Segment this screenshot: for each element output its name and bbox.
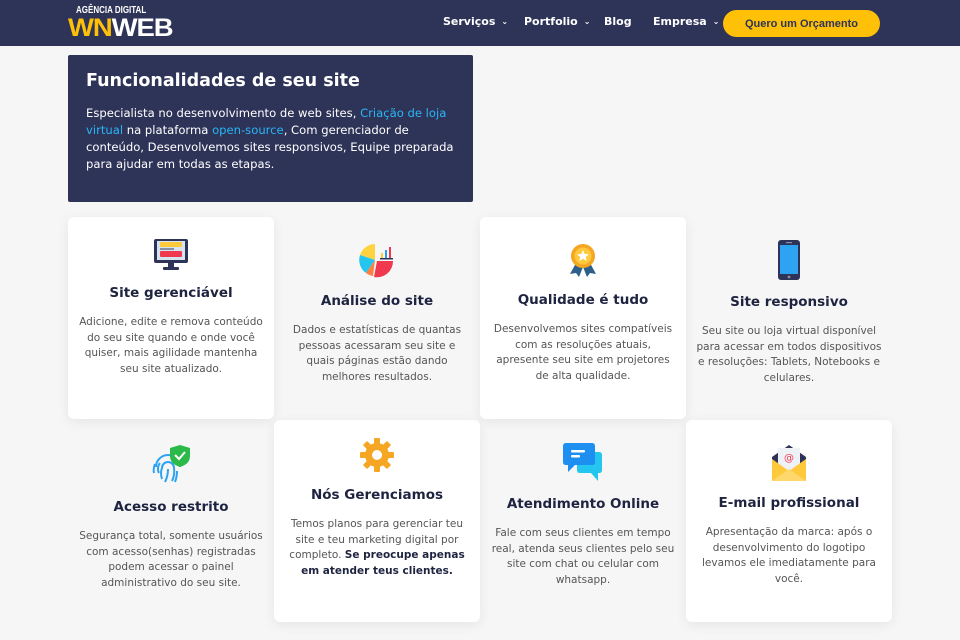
nav-empresa[interactable]: Empresa ⌄ (653, 15, 719, 28)
feature-desc: Fale com seus clientes em tempo real, at… (491, 527, 675, 586)
gear-icon (360, 438, 394, 472)
feature-desc: Desenvolvemos sites compatíveis com as r… (493, 323, 673, 382)
chat-bubbles-icon (563, 443, 602, 481)
logo-wordmark: WNWEB (68, 14, 174, 42)
feature-title: E-mail profissional (718, 495, 860, 511)
chevron-down-icon: ⌄ (712, 17, 720, 26)
award-medal-icon (570, 244, 596, 277)
svg-text:@: @ (784, 453, 794, 464)
feature-card: Qualidade é tudo Desenvolvemos sites com… (480, 217, 686, 419)
feature-card: Site gerenciável Adicione, edite e remov… (68, 217, 274, 419)
chevron-down-icon: ⌄ (583, 17, 591, 26)
feature-title: Análise do site (320, 293, 434, 309)
feature-title: Site gerenciável (109, 285, 233, 301)
link-open-source[interactable]: open-source (212, 123, 284, 137)
nav-blog[interactable]: Blog (604, 15, 632, 28)
chevron-down-icon: ⌄ (501, 17, 509, 26)
pie-chart-icon (359, 244, 394, 278)
feature-title: Site responsivo (730, 294, 848, 310)
email-envelope-icon: @ (772, 445, 806, 481)
feature-desc: Temos planos para gerenciar teu site e t… (289, 518, 465, 577)
feature-desc: Dados e estatísticas de quantas pessoas … (292, 324, 462, 383)
quote-cta-button[interactable]: Quero um Orçamento (723, 10, 880, 37)
feature-title: Qualidade é tudo (517, 292, 649, 308)
feature-title: Acesso restrito (113, 499, 229, 515)
feature-card: @ E-mail profissional Apresentação da ma… (686, 420, 892, 622)
feature-title: Nós Gerenciamos (310, 487, 444, 503)
feature-desc: Adicione, edite e remova conteúdo do seu… (79, 316, 263, 375)
feature-card: Análise do site Dados e estatísticas de … (274, 217, 480, 419)
feature-card: Site responsivo Seu site ou loja virtual… (686, 217, 892, 419)
nav-servicos[interactable]: Serviços ⌄ (443, 15, 508, 28)
feature-card: Nós Gerenciamos Temos planos para gerenc… (274, 420, 480, 622)
feature-card: Acesso restrito Segurança total, somente… (68, 420, 274, 622)
feature-card: Atendimento Online Fale com seus cliente… (480, 420, 686, 622)
section-title: Funcionalidades de seu site (86, 71, 360, 91)
feature-desc: Seu site ou loja virtual disponível para… (696, 325, 882, 384)
top-navbar: AGÊNCIA DIGITAL WNWEB Serviços ⌄ Portfoli… (0, 0, 960, 46)
fingerprint-shield-icon (152, 445, 190, 483)
intro-text: Especialista no desenvolvimento de web s… (86, 106, 454, 171)
feature-desc: Apresentação da marca: após o desenvolvi… (702, 526, 876, 585)
feature-title: Atendimento Online (506, 496, 660, 512)
brand-logo[interactable]: AGÊNCIA DIGITAL WNWEB (68, 6, 174, 41)
nav-portfolio[interactable]: Portfolio ⌄ (524, 15, 590, 28)
feature-desc: Segurança total, somente usuários com ac… (79, 530, 263, 589)
features-intro-box: Funcionalidades de seu site Especialista… (68, 55, 473, 202)
monitor-icon (154, 239, 188, 270)
smartphone-icon (778, 240, 800, 280)
